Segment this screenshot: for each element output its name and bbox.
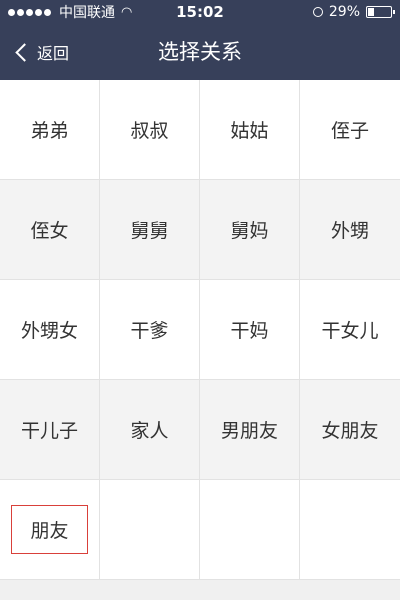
relation-option[interactable]: 侄女 [0, 180, 100, 280]
relation-option[interactable]: 舅舅 [100, 180, 200, 280]
relation-option[interactable]: 舅妈 [200, 180, 300, 280]
relation-option-label: 干儿子 [20, 420, 78, 442]
status-bar: 中国联通 ◠ 15:02 29% [0, 0, 400, 24]
relation-option[interactable]: 家人 [100, 380, 200, 480]
relation-option-label: 舅舅 [130, 220, 169, 242]
relation-option-label: 外甥 [330, 220, 369, 242]
relation-option-label: 朋友 [11, 505, 88, 554]
relation-option[interactable]: 干女儿 [300, 280, 400, 380]
relation-option[interactable]: 姑姑 [200, 80, 300, 180]
relation-option-label: 叔叔 [130, 120, 169, 142]
relation-option-label: 弟弟 [30, 120, 69, 142]
relation-option-label: 舅妈 [230, 220, 269, 242]
battery-percent: 29% [328, 4, 360, 20]
relation-option-label: 家人 [130, 420, 169, 442]
relation-option[interactable]: 外甥 [300, 180, 400, 280]
wifi-icon: ◠ [121, 4, 133, 20]
relation-option-label: 侄子 [330, 120, 369, 142]
status-left: 中国联通 ◠ [8, 2, 313, 22]
carrier-label: 中国联通 [59, 5, 115, 21]
relation-option-label: 干妈 [230, 320, 269, 342]
relation-option[interactable]: 弟弟 [0, 80, 100, 180]
bottom-strip [0, 580, 400, 600]
relation-option[interactable]: 女朋友 [300, 380, 400, 480]
relation-option-label: 外甥女 [20, 320, 78, 342]
relation-option-label: 侄女 [30, 220, 69, 242]
page-title: 选择关系 [158, 40, 242, 64]
empty-cell [300, 480, 400, 580]
signal-dots-icon [8, 8, 53, 16]
nav-bar: 返回 选择关系 [0, 24, 400, 80]
relation-option[interactable]: 外甥女 [0, 280, 100, 380]
relation-option-label: 女朋友 [321, 420, 379, 442]
relation-option[interactable]: 干妈 [200, 280, 300, 380]
status-right: 29% [312, 4, 395, 20]
battery-icon [366, 6, 395, 18]
relation-option[interactable]: 朋友 [0, 480, 100, 580]
empty-cell [200, 480, 300, 580]
battery-fill [368, 8, 375, 16]
relation-option-label: 干爹 [130, 320, 169, 342]
relation-option-label: 姑姑 [230, 120, 269, 142]
relation-option[interactable]: 叔叔 [100, 80, 200, 180]
relation-option-label: 男朋友 [220, 420, 278, 442]
relation-option[interactable]: 侄子 [300, 80, 400, 180]
relation-grid: 弟弟 叔叔 姑姑 侄子侄女 舅舅 舅妈 外甥外甥女 干爹 干妈 干女儿干儿子 家人 男朋友 女朋友朋友 [0, 80, 400, 580]
empty-cell [100, 480, 200, 580]
alarm-icon [312, 7, 323, 17]
relation-option[interactable]: 干儿子 [0, 380, 100, 480]
relation-option[interactable]: 男朋友 [200, 380, 300, 480]
relation-option-label: 干女儿 [321, 320, 379, 342]
relation-option[interactable]: 干爹 [100, 280, 200, 380]
